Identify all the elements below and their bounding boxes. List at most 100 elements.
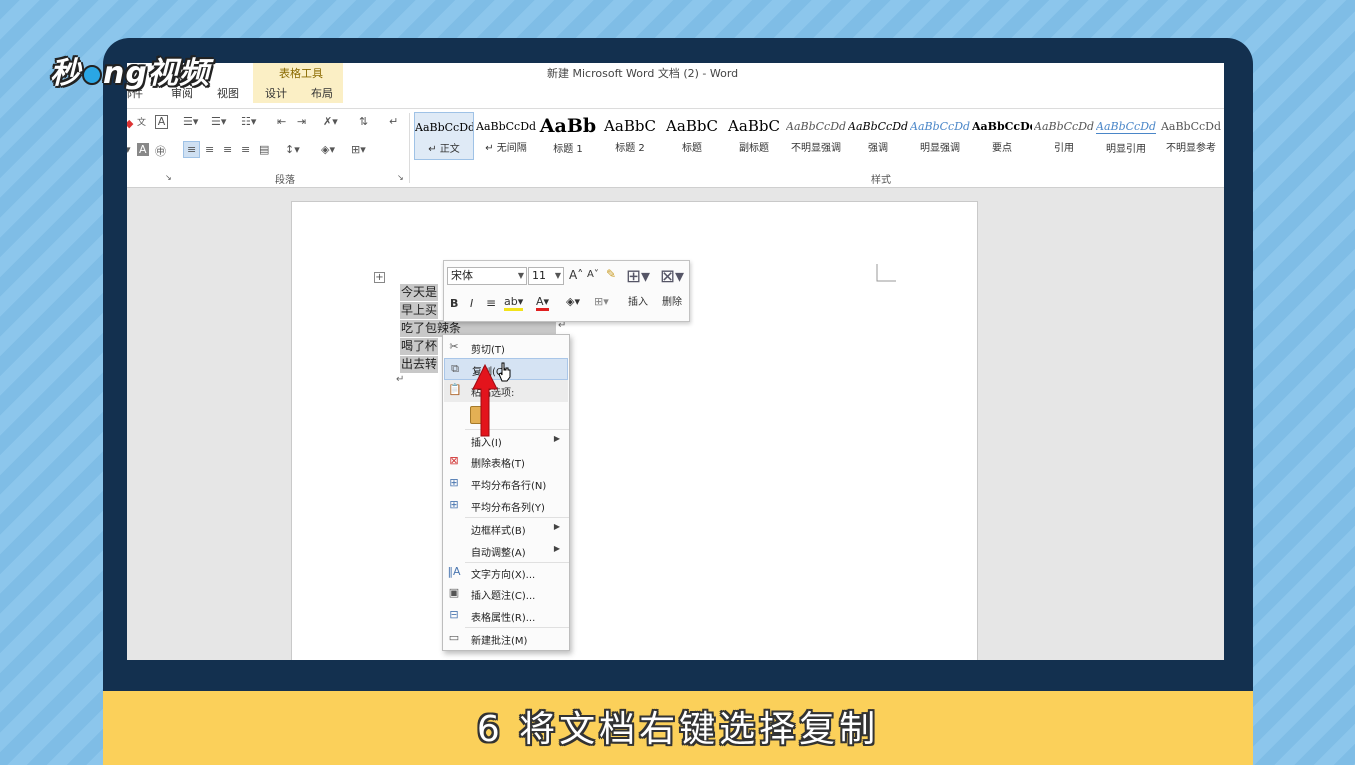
menu-item-new-comment[interactable]: ▭ 新建批注(M) [444, 628, 568, 650]
delete-button[interactable]: ⊠▾ 删除 [654, 266, 690, 318]
insert-table-icon: ⊞▾ [625, 266, 651, 287]
style-name: 不明显参考 [1166, 143, 1216, 154]
red-pointer-arrow-icon [472, 363, 498, 437]
bold-icon[interactable]: B [450, 297, 458, 310]
paste-icon: 📋 [448, 383, 462, 396]
table-properties-icon: ⊟ [449, 608, 459, 621]
menu-label: 新建批注(M) [471, 636, 528, 647]
multilevel-list-icon[interactable]: ☷▾ [241, 115, 256, 128]
style-name: 副标题 [739, 143, 769, 154]
style-intense-quote[interactable]: AaBbCcDd 明显引用 [1096, 112, 1156, 160]
style-intense-emphasis[interactable]: AaBbCcDd 明显强调 [910, 112, 970, 160]
enclose-char-icon[interactable]: ㊥ [155, 143, 166, 159]
menu-item-table-properties[interactable]: ⊟ 表格属性(R)... [444, 605, 568, 627]
sort-icon[interactable]: ⇅ [359, 115, 368, 128]
style-no-spacing[interactable]: AaBbCcDd ↵ 无间隔 [476, 112, 536, 160]
submenu-arrow-icon: ▶ [553, 522, 560, 531]
window-title: 新建 Microsoft Word 文档 (2) - Word [547, 67, 739, 80]
highlight-icon[interactable]: ab▾ [504, 295, 524, 311]
play-dot-icon [82, 64, 102, 85]
copy-icon: ⧉ [451, 362, 459, 375]
word-window: 表格工具 新建 Microsoft Word 文档 (2) - Word 邮件 … [127, 63, 1224, 660]
font-name-box[interactable]: 宋体 ▼ [447, 267, 527, 285]
format-painter-icon[interactable]: ✎ [606, 267, 616, 281]
font-color-small-icon[interactable]: ▾ [127, 143, 131, 156]
menu-item-delete-table[interactable]: ⊠ 删除表格(T) [444, 451, 568, 473]
line-spacing-icon[interactable]: ↕▾ [285, 143, 300, 156]
menu-item-insert-caption[interactable]: ▣ 插入题注(C)... [444, 583, 568, 605]
menu-item-distribute-rows[interactable]: ⊞ 平均分布各行(N) [444, 473, 568, 495]
styles-group-label: 样式 [871, 175, 891, 186]
numbering-icon[interactable]: ☰▾ [211, 115, 226, 128]
chevron-down-icon: ▼ [554, 271, 561, 280]
page-corner-mark [876, 264, 896, 282]
align-center-icon[interactable]: ≡ [205, 143, 214, 156]
paragraph-dialog-launcher-icon[interactable]: ↘ [397, 173, 404, 182]
borders-icon[interactable]: ⊞▾ [351, 143, 366, 156]
table-cell-line[interactable]: 今天是 [400, 284, 439, 301]
menu-label: 删除表格(T) [471, 459, 525, 470]
table-tools-label: 表格工具 [279, 67, 323, 80]
bullets-icon[interactable]: ☰▾ [183, 115, 198, 128]
style-name: 要点 [992, 143, 1012, 154]
char-border-icon[interactable]: A [155, 115, 168, 129]
menu-label: 文字方向(X)... [471, 570, 536, 581]
style-emphasis[interactable]: AaBbCcDd 强调 [848, 112, 908, 160]
style-name: 强调 [868, 143, 888, 154]
font-dialog-launcher-icon[interactable]: ↘ [165, 173, 172, 182]
border-icon[interactable]: ⊞▾ [594, 295, 609, 308]
menu-item-cut[interactable]: ✂ 剪切(T) [444, 337, 568, 359]
submenu-arrow-icon: ▶ [553, 434, 560, 443]
style-preview: AaBbCcDd [1096, 120, 1156, 134]
menu-item-border-styles[interactable]: 边框样式(B) ▶ [444, 518, 568, 540]
menu-label: 表格属性(R)... [471, 613, 536, 624]
menu-item-text-direction[interactable]: ‖A 文字方向(X)... [444, 562, 568, 584]
menu-item-distribute-cols[interactable]: ⊞ 平均分布各列(Y) [444, 495, 568, 517]
align-left-icon[interactable]: ≡ [183, 141, 201, 158]
increase-indent-icon[interactable]: ⇥ [297, 115, 306, 128]
clear-format-icon[interactable]: ◆ [127, 117, 133, 130]
distribute-cols-icon: ⊞ [449, 498, 459, 511]
shading-fill-icon[interactable]: ◈▾ [566, 295, 580, 308]
align-right-icon[interactable]: ≡ [223, 143, 232, 156]
style-quote[interactable]: AaBbCcDd 引用 [1034, 112, 1094, 160]
style-strong[interactable]: AaBbCcDd 要点 [972, 112, 1032, 160]
tab-layout[interactable]: 布局 [311, 85, 333, 101]
menu-item-insert[interactable]: 插入(I) ▶ [444, 430, 568, 452]
style-heading-2[interactable]: AaBbC 标题 2 [600, 112, 660, 160]
table-cell-line[interactable]: 早上买 [400, 302, 439, 319]
table-move-handle[interactable]: + [374, 272, 385, 283]
tab-design[interactable]: 设计 [265, 85, 287, 101]
insert-button[interactable]: ⊞▾ 插入 [620, 266, 656, 318]
font-color-icon[interactable]: A▾ [536, 295, 550, 311]
style-heading-1[interactable]: AaBb 标题 1 [538, 112, 598, 160]
tab-view[interactable]: 视图 [217, 85, 239, 101]
shrink-font-icon[interactable]: A˅ [587, 269, 599, 280]
style-subtle-emphasis[interactable]: AaBbCcDd 不明显强调 [786, 112, 846, 160]
chinese-layout-icon[interactable]: ✗▾ [323, 115, 338, 128]
paste-options-heading: 📋 粘贴选项: [444, 380, 568, 402]
table-cell-line[interactable]: 喝了杯 [400, 338, 439, 355]
phonetic-icon[interactable]: 文 [137, 115, 146, 128]
italic-icon[interactable]: I [470, 297, 473, 310]
style-subtitle[interactable]: AaBbC 副标题 [724, 112, 784, 160]
grow-font-icon[interactable]: A˄ [569, 268, 583, 282]
char-shading-icon[interactable]: A [137, 143, 149, 156]
table-cell-line[interactable]: 出去转 [400, 356, 439, 373]
style-subtle-reference[interactable]: AaBbCcDd 不明显参考 [1158, 112, 1224, 160]
mini-toolbar: 宋体 ▼ 11 ▼ A˄ A˅ ✎ B I ≡ ab▾ A▾ ◈▾ ⊞▾ ⊞▾ 插入… [443, 260, 690, 322]
style-preview: AaBbCcDd [848, 120, 908, 133]
menu-label: 平均分布各列(Y) [471, 503, 545, 514]
style-title[interactable]: AaBbC 标题 [662, 112, 722, 160]
title-bar: 表格工具 新建 Microsoft Word 文档 (2) - Word 邮件 … [127, 63, 1224, 108]
caption-icon: ▣ [448, 586, 460, 599]
shading-icon[interactable]: ◈▾ [321, 143, 335, 156]
decrease-indent-icon[interactable]: ⇤ [277, 115, 286, 128]
show-marks-icon[interactable]: ↵ [389, 115, 398, 128]
distributed-icon[interactable]: ▤ [259, 143, 269, 156]
font-size-box[interactable]: 11 ▼ [528, 267, 564, 285]
center-icon[interactable]: ≡ [486, 296, 496, 310]
menu-item-autofit[interactable]: 自动调整(A) ▶ [444, 540, 568, 562]
justify-icon[interactable]: ≡ [241, 143, 250, 156]
style-normal[interactable]: AaBbCcDd ↵ 正文 [414, 112, 474, 160]
